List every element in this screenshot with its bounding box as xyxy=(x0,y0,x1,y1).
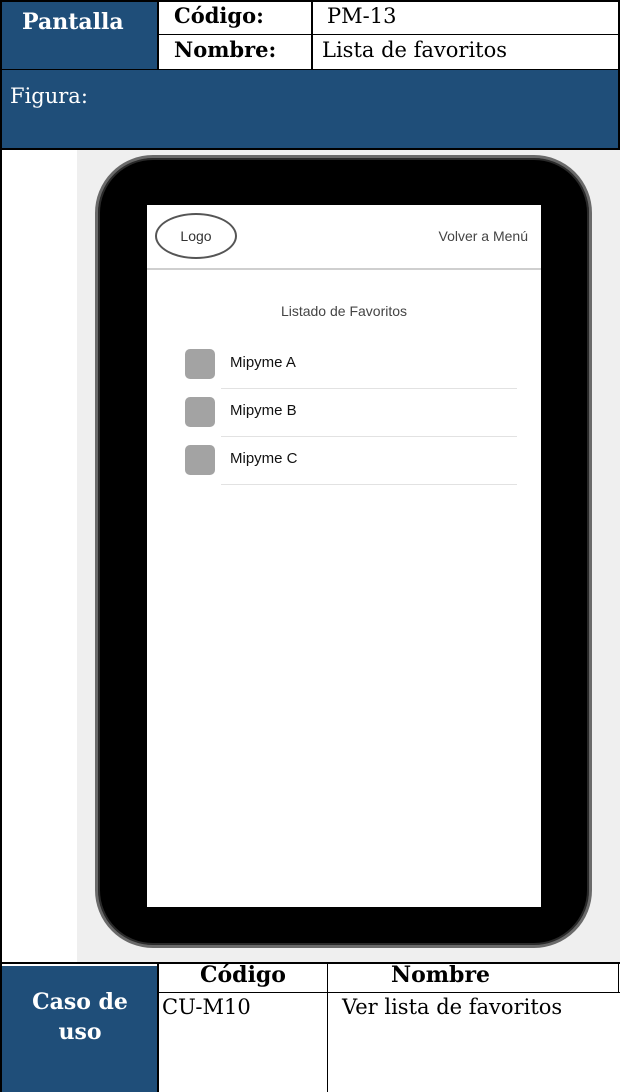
table-border-top xyxy=(0,0,620,2)
pantalla-label: Pantalla xyxy=(22,9,124,35)
favorite-item-label: Mipyme A xyxy=(230,354,296,371)
tablet-screen: Logo Volver a Menú Listado de Favoritos … xyxy=(147,205,541,907)
table-border-left xyxy=(0,0,2,1092)
use-case-nombre-value: Ver lista de favoritos xyxy=(342,995,563,1019)
header-divider-2 xyxy=(311,0,313,70)
figure-label-band: Figura: xyxy=(2,70,620,148)
header-divider-1 xyxy=(157,0,159,70)
use-case-codigo-value: CU-M10 xyxy=(162,995,251,1019)
topbar-divider xyxy=(147,268,541,270)
use-case-divider-1 xyxy=(157,962,159,1092)
item-image-placeholder-icon xyxy=(185,349,215,379)
figure-band-bottom xyxy=(0,148,620,150)
logo-text: Logo xyxy=(180,228,212,244)
header-bottom xyxy=(0,69,620,70)
use-case-divider-2 xyxy=(327,962,328,1092)
use-case-label-cell: Caso de uso xyxy=(2,966,158,1092)
codigo-label: Código: xyxy=(174,3,264,28)
favorite-item-b[interactable]: Mipyme B xyxy=(185,389,517,437)
header-row-divider xyxy=(157,34,620,35)
pantalla-cell: Pantalla xyxy=(2,2,158,69)
use-case-label: Caso de uso xyxy=(2,987,158,1047)
use-case-header-bottom xyxy=(157,992,620,993)
use-case-top xyxy=(0,962,620,964)
figure-label: Figura: xyxy=(10,84,88,108)
favorites-list-title: Listado de Favoritos xyxy=(280,303,408,319)
favorite-item-label: Mipyme C xyxy=(230,450,298,467)
nombre-value: Lista de favoritos xyxy=(322,38,508,62)
codigo-value: PM-13 xyxy=(327,4,397,28)
use-case-right xyxy=(618,962,619,993)
use-case-nombre-header: Nombre xyxy=(391,962,491,988)
list-divider xyxy=(221,484,517,485)
use-case-codigo-header: Código xyxy=(200,962,286,988)
nombre-label: Nombre: xyxy=(174,37,277,62)
use-case-label-line2: uso xyxy=(58,1019,102,1045)
item-image-placeholder-icon xyxy=(185,445,215,475)
use-case-label-line1: Caso de xyxy=(32,989,128,1015)
back-to-menu-link[interactable]: Volver a Menú xyxy=(439,228,529,244)
item-image-placeholder-icon xyxy=(185,397,215,427)
logo: Logo xyxy=(155,213,237,259)
favorite-item-c[interactable]: Mipyme C xyxy=(185,437,517,485)
favorite-item-a[interactable]: Mipyme A xyxy=(185,341,517,389)
favorite-item-label: Mipyme B xyxy=(230,402,297,419)
